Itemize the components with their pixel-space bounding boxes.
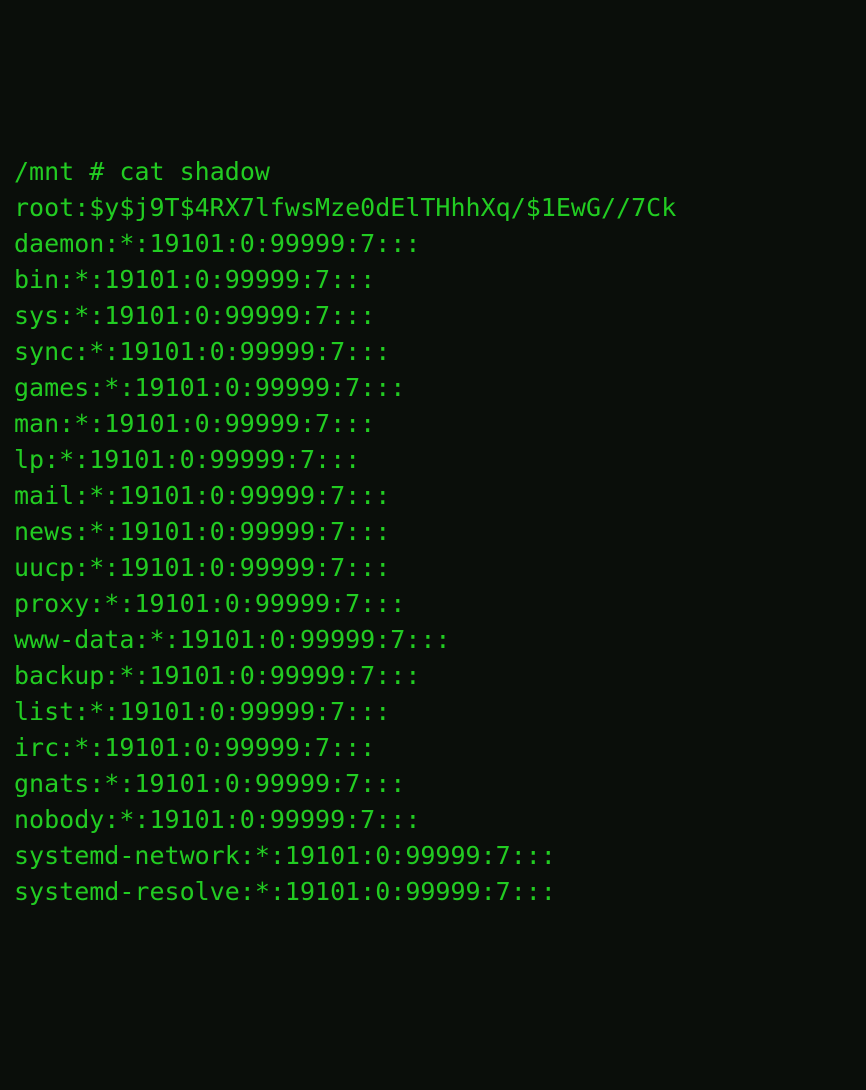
output-line: gnats:*:19101:0:99999:7::: [14,769,405,798]
output-line: man:*:19101:0:99999:7::: [14,409,375,438]
output-line: mail:*:19101:0:99999:7::: [14,481,390,510]
output-line: list:*:19101:0:99999:7::: [14,697,390,726]
output-line: sys:*:19101:0:99999:7::: [14,301,375,330]
output-line: bin:*:19101:0:99999:7::: [14,265,375,294]
output-line: sync:*:19101:0:99999:7::: [14,337,390,366]
terminal[interactable]: /mnt # cat shadow root:$y$j9T$4RX7lfwsMz… [14,154,852,910]
prompt-symbol: # [89,157,104,186]
output-line: backup:*:19101:0:99999:7::: [14,661,420,690]
output-line: lp:*:19101:0:99999:7::: [14,445,360,474]
output-line: www-data:*:19101:0:99999:7::: [14,625,451,654]
output-line: systemd-network:*:19101:0:99999:7::: [14,841,556,870]
output-line: news:*:19101:0:99999:7::: [14,517,390,546]
prompt-command: cat shadow [119,157,270,186]
output-line: irc:*:19101:0:99999:7::: [14,733,375,762]
output-line: root:$y$j9T$4RX7lfwsMze0dElTHhhXq/$1EwG/… [14,193,676,222]
prompt-path: /mnt [14,157,74,186]
output-line: nobody:*:19101:0:99999:7::: [14,805,420,834]
output-line: uucp:*:19101:0:99999:7::: [14,553,390,582]
output-line: proxy:*:19101:0:99999:7::: [14,589,405,618]
prompt-line: /mnt # cat shadow [14,157,270,186]
output-line: daemon:*:19101:0:99999:7::: [14,229,420,258]
output-line: games:*:19101:0:99999:7::: [14,373,405,402]
output-line: systemd-resolve:*:19101:0:99999:7::: [14,877,556,906]
